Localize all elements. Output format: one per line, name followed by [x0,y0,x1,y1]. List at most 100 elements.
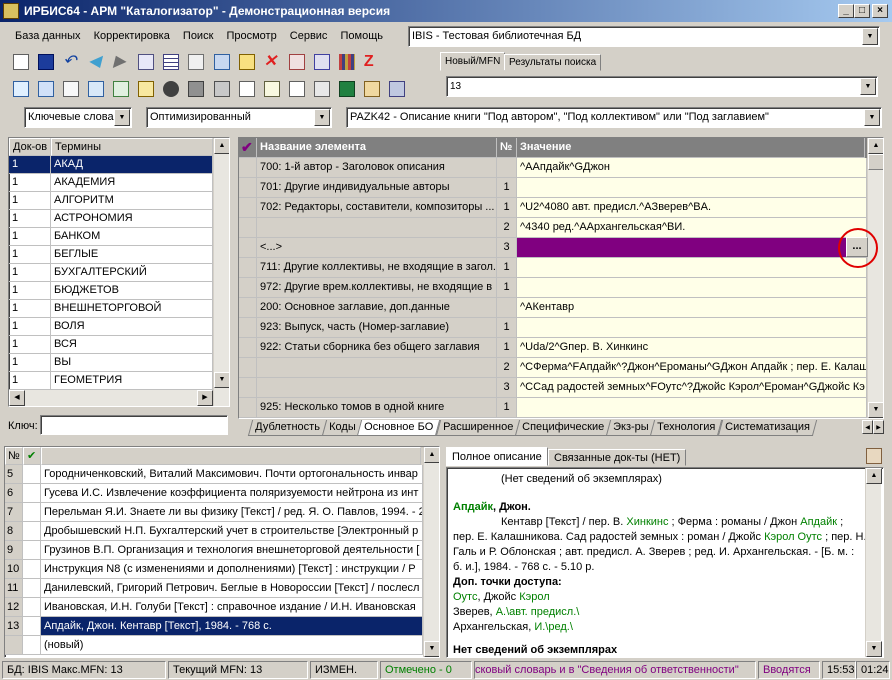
translator-link[interactable]: Хинкинс [626,516,668,528]
tab-right-icon[interactable]: ▶ [873,420,884,434]
maximize-button[interactable]: □ [854,4,870,18]
edit-button[interactable] [236,51,258,73]
close-button[interactable]: × [872,4,888,18]
chevron-down-icon[interactable]: ▼ [114,109,130,126]
key-input[interactable] [40,415,228,435]
editor-row[interactable]: 701: Другие индивидуальные авторы 1 [239,178,883,198]
scroll-up-icon[interactable]: ▲ [214,138,229,154]
element-value[interactable] [517,398,867,418]
element-value[interactable] [517,258,867,278]
result-check[interactable] [23,636,41,655]
author-link-2[interactable]: Апдайк [800,516,837,528]
editor-tab[interactable]: Технология [650,420,723,436]
editor-row[interactable]: 2 ^4340 ред.^AАрхангельская^BИ. [239,218,883,238]
delete-button[interactable]: ✕ [261,51,283,73]
element-value[interactable]: ^4340 ред.^AАрхангельская^BИ. [517,218,867,238]
editor-row[interactable]: 200: Основное заглавие, доп.данные ^AКент… [239,298,883,318]
database-select[interactable]: IBIS - Тестовая библиотечная БД ▼ [408,26,880,47]
dictionary-row[interactable]: 1 БУХГАЛТЕРСКИЙ [9,264,229,282]
dictionary-row[interactable]: 1 АЛГОРИТМ [9,192,229,210]
export-button[interactable] [286,51,308,73]
tab-linked-documents[interactable]: Связанные док-ты (НЕТ) [548,449,687,466]
tool-button-1[interactable] [10,78,32,100]
element-value[interactable]: ^CСад радостей земных^FОутс^?Джойс Кэрол… [517,378,867,398]
scroll-up-icon[interactable]: ▲ [424,447,439,463]
scroll-left-icon[interactable]: ◀ [9,390,25,406]
results-scrollbar[interactable]: ▲ ▼ [423,447,439,657]
dictionary-row[interactable]: 1 ВНЕШНЕТОРГОВОЙ [9,300,229,318]
dictionary-scrollbar[interactable]: ▲ ▼ [213,138,229,406]
save-button[interactable] [35,51,57,73]
format-button[interactable] [211,51,233,73]
tool-button-7[interactable] [160,78,182,100]
editor-tab[interactable]: Систематизация [717,420,817,436]
menu-help[interactable]: Помощь [336,24,389,48]
author-link[interactable]: Апдайк [453,501,493,513]
count-column-header[interactable]: Док-ов [9,138,51,156]
tab-left-icon[interactable]: ◀ [862,420,873,434]
result-check[interactable] [23,465,41,484]
new-record-button[interactable] [10,51,32,73]
tool-button-5[interactable] [110,78,132,100]
editor-tab[interactable]: Дублетность [247,420,327,436]
result-check[interactable] [23,484,41,503]
editor-row[interactable]: 700: 1-й автор - Заголовок описания ^AАпд… [239,158,883,178]
dictionary-row[interactable]: 1 БАНКОМ [9,228,229,246]
result-row[interactable]: 9 Грузинов В.П. Организация и технология … [5,541,439,560]
editor-tab[interactable]: Специфические [514,420,611,436]
element-value[interactable] [517,238,867,258]
editor-row[interactable]: 3 ^CСад радостей земных^FОутс^?Джойс Кэро… [239,378,883,398]
copy-record-button[interactable] [135,51,157,73]
dictionary-row[interactable]: 1 ГЕОМЕТРИЯ [9,372,229,390]
element-value[interactable]: ^AКентавр [517,298,867,318]
menu-database[interactable]: База данных [10,24,86,48]
dictionary-row[interactable]: 1 ВОЛЯ [9,318,229,336]
checkmark-icon[interactable]: ✔ [23,447,41,465]
result-check[interactable] [23,541,41,560]
tool-button-11[interactable] [261,78,283,100]
access-link-3[interactable]: И.\ред.\ [534,621,573,633]
print-button[interactable] [211,78,233,100]
tool-button-13[interactable] [311,78,333,100]
scroll-up-icon[interactable]: ▲ [868,138,883,154]
printer-icon[interactable] [866,448,882,464]
mfn-input[interactable]: 13 ▼ [446,76,878,97]
dictionary-row[interactable]: 1 БЮДЖЕТОВ [9,282,229,300]
tool-button-8[interactable] [185,78,207,100]
minimize-button[interactable]: _ [838,4,854,18]
dictionary-hscrollbar[interactable]: ◀ ▶ [9,390,213,406]
result-row[interactable]: (новый) [5,636,439,655]
editor-scrollbar[interactable]: ▲ ▼ [867,138,883,418]
result-check[interactable] [23,579,41,598]
books-button[interactable] [336,51,358,73]
scroll-up-icon[interactable]: ▲ [866,468,882,484]
editor-row[interactable]: 925: Несколько томов в одной книге 1 [239,398,883,418]
table-button[interactable] [160,51,182,73]
result-check[interactable] [23,617,41,636]
menu-service[interactable]: Сервис [285,24,333,48]
editor-tab[interactable]: Экз-ры [605,420,656,436]
scroll-down-icon[interactable]: ▼ [868,402,883,418]
worksheet-select[interactable]: PAZK42 - Описание книги "Под автором", "… [346,107,882,128]
num-column-header[interactable]: № [5,447,23,465]
editor-row[interactable]: 711: Другие коллективы, не входящие в за… [239,258,883,278]
chevron-down-icon[interactable]: ▼ [314,109,330,126]
result-check[interactable] [23,598,41,617]
menu-view[interactable]: Просмотр [221,24,281,48]
scroll-down-icon[interactable]: ▼ [214,372,229,388]
result-row[interactable]: 13 Апдайк, Джон. Кентавр [Текст], 1984. -… [5,617,439,636]
author-link-3[interactable]: Кэрол Оутс [764,531,822,543]
tool-button-2[interactable] [35,78,57,100]
menu-edit[interactable]: Корректировка [89,24,175,48]
import-button[interactable] [311,51,333,73]
editor-row[interactable]: 702: Редакторы, составители, композиторы… [239,198,883,218]
access-link-1b[interactable]: Кэрол [519,591,549,603]
element-value[interactable]: ^Uda/2^Gпер. В. Хинкинс [517,338,867,358]
element-value[interactable]: ^AАпдайк^GДжон [517,158,867,178]
element-value[interactable]: ^U2^4080 авт. предисл.^AЗверев^BA. [517,198,867,218]
forward-button[interactable]: ▶ [110,51,132,73]
dictionary-row[interactable]: 1 АСТРОНОМИЯ [9,210,229,228]
tool-button-4[interactable] [85,78,107,100]
tool-button-3[interactable] [60,78,82,100]
menu-search[interactable]: Поиск [178,24,218,48]
